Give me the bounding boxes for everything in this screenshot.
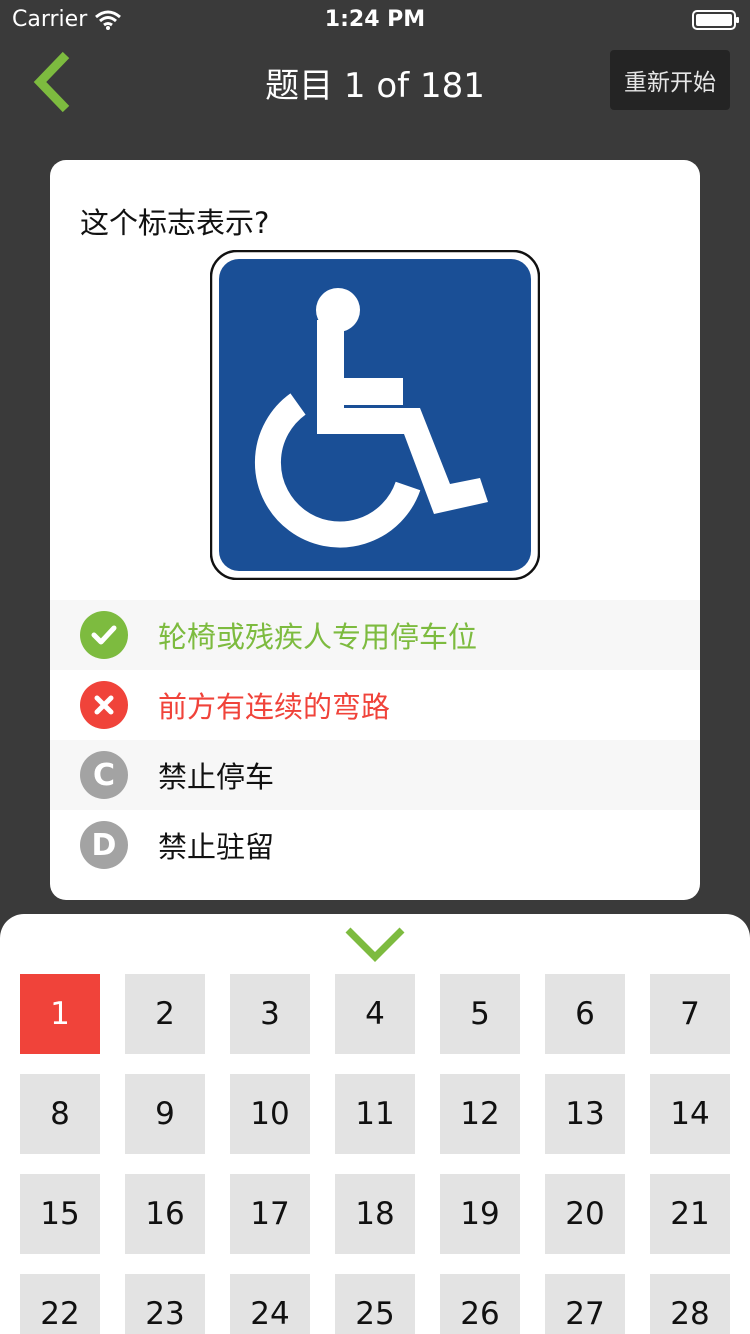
check-icon [80, 611, 128, 659]
question-cell[interactable]: 14 [650, 1074, 730, 1154]
question-cell[interactable]: 10 [230, 1074, 310, 1154]
option-label: 轮椅或残疾人专用停车位 [158, 620, 478, 654]
option-label: 禁止停车 [158, 760, 275, 794]
question-cell[interactable]: 17 [230, 1174, 310, 1254]
option-letter: D [91, 827, 117, 863]
nav-bar: 题目 1 of 181 重新开始 [0, 40, 750, 128]
question-cell[interactable]: 12 [440, 1074, 520, 1154]
question-cell[interactable]: 20 [545, 1174, 625, 1254]
question-cell[interactable]: 23 [125, 1274, 205, 1334]
chevron-down-icon [345, 927, 405, 962]
collapse-panel-button[interactable] [345, 924, 405, 964]
question-cell[interactable]: 7 [650, 974, 730, 1054]
question-cell[interactable]: 26 [440, 1274, 520, 1334]
question-cell[interactable]: 21 [650, 1174, 730, 1254]
option-letter: C [92, 757, 116, 793]
wheelchair-sign-image [210, 250, 540, 580]
back-button[interactable] [24, 48, 80, 116]
question-grid-panel: 1 2 3 4 5 6 7 8 9 10 11 12 13 14 15 16 1… [0, 914, 750, 1334]
page-title: 题目 1 of 181 [265, 66, 485, 106]
option-d[interactable]: D 禁止驻留 [50, 810, 700, 880]
option-label: 前方有连续的弯路 [158, 690, 391, 724]
chevron-left-icon [33, 51, 70, 113]
question-cell[interactable]: 27 [545, 1274, 625, 1334]
question-cell[interactable]: 28 [650, 1274, 730, 1334]
question-cell[interactable]: 13 [545, 1074, 625, 1154]
option-c[interactable]: C 禁止停车 [50, 740, 700, 810]
question-cell[interactable]: 22 [20, 1274, 100, 1334]
status-bar: Carrier 1:24 PM [0, 0, 750, 40]
question-cell[interactable]: 2 [125, 974, 205, 1054]
option-b[interactable]: 前方有连续的弯路 [50, 670, 700, 740]
restart-button[interactable]: 重新开始 [610, 50, 730, 110]
question-cell[interactable]: 11 [335, 1074, 415, 1154]
option-a[interactable]: 轮椅或残疾人专用停车位 [50, 600, 700, 670]
question-cell[interactable]: 16 [125, 1174, 205, 1254]
status-time: 1:24 PM [324, 7, 426, 32]
cross-icon [80, 681, 128, 729]
question-cell[interactable]: 25 [335, 1274, 415, 1334]
answer-options: 轮椅或残疾人专用停车位 前方有连续的弯路 C 禁止停车 D 禁止驻留 [50, 600, 700, 880]
question-cell[interactable]: 24 [230, 1274, 310, 1334]
question-cell[interactable]: 9 [125, 1074, 205, 1154]
question-text: 这个标志表示? [80, 206, 270, 240]
letter-c-icon: C [80, 751, 128, 799]
question-number-grid: 1 2 3 4 5 6 7 8 9 10 11 12 13 14 15 16 1… [20, 974, 730, 1334]
question-cell[interactable]: 6 [545, 974, 625, 1054]
question-cell[interactable]: 5 [440, 974, 520, 1054]
question-cell[interactable]: 8 [20, 1074, 100, 1154]
question-cell-current[interactable]: 1 [20, 974, 100, 1054]
question-cell[interactable]: 3 [230, 974, 310, 1054]
question-cell[interactable]: 19 [440, 1174, 520, 1254]
option-label: 禁止驻留 [158, 830, 275, 864]
letter-d-icon: D [80, 821, 128, 869]
battery-icon [692, 10, 739, 30]
question-cell[interactable]: 15 [20, 1174, 100, 1254]
question-cell[interactable]: 18 [335, 1174, 415, 1254]
question-cell[interactable]: 4 [335, 974, 415, 1054]
question-card: 这个标志表示? 轮椅或残疾人专用停车位 前方有连续的弯路 C 禁止停车 D 禁止… [50, 160, 700, 900]
